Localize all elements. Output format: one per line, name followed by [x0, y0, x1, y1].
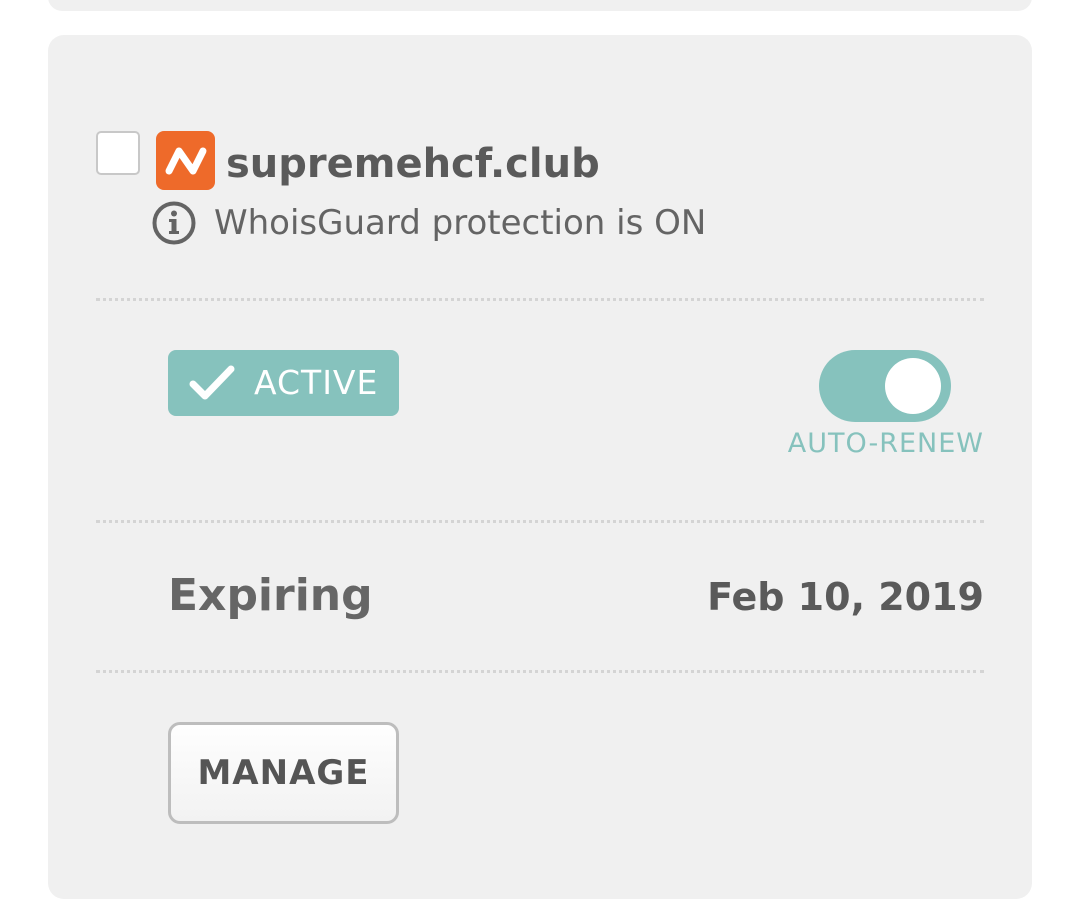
- status-badge: ACTIVE: [168, 350, 399, 416]
- divider: [96, 520, 984, 523]
- domain-name[interactable]: supremehcf.club: [226, 138, 600, 190]
- checkmark-icon: [189, 365, 235, 400]
- manage-button[interactable]: MANAGE: [168, 722, 399, 824]
- auto-renew-label: AUTO-RENEW: [787, 428, 984, 459]
- status-label: ACTIVE: [254, 363, 379, 402]
- domain-select-checkbox[interactable]: [96, 131, 140, 175]
- divider: [96, 298, 984, 301]
- previous-domain-card: [48, 0, 1032, 11]
- namecheap-logo-icon: [156, 131, 215, 190]
- info-circle-icon[interactable]: [151, 200, 197, 246]
- auto-renew-toggle[interactable]: [819, 350, 951, 422]
- whoisguard-status-text: WhoisGuard protection is ON: [214, 203, 707, 243]
- expiring-label: Expiring: [168, 570, 373, 621]
- expiration-date: Feb 10, 2019: [707, 575, 984, 619]
- divider: [96, 670, 984, 673]
- toggle-knob[interactable]: [885, 358, 941, 414]
